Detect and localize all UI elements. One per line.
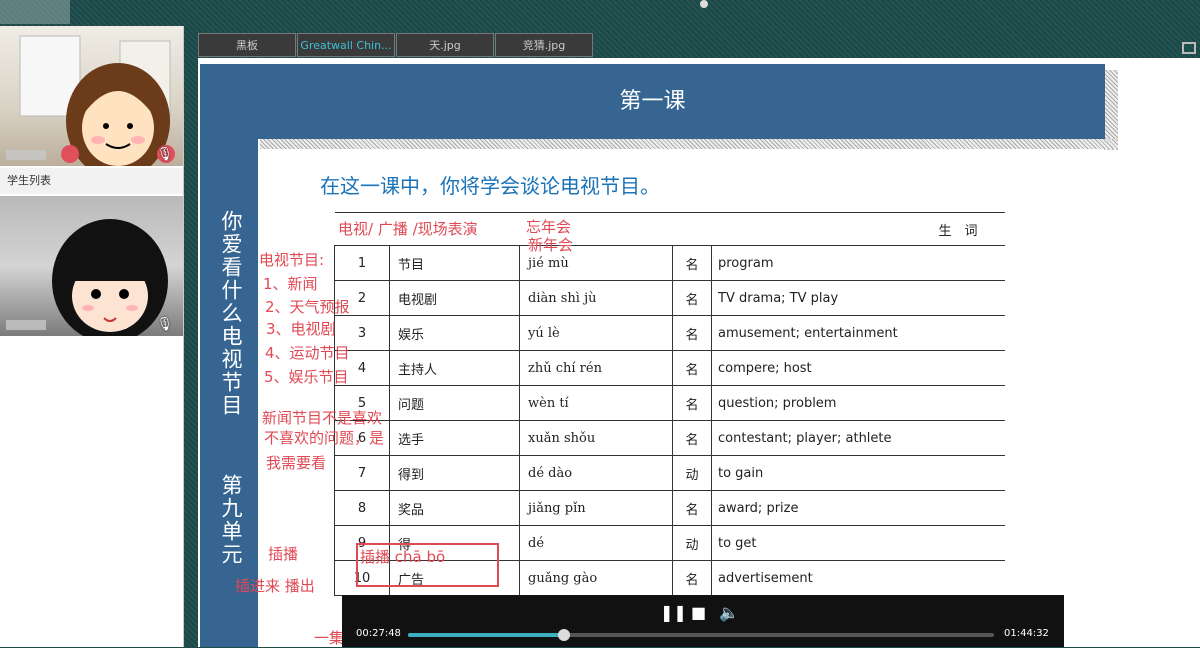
avatar-girl-1 [19,35,175,166]
highlight-box [356,543,499,587]
progress-fill [408,633,564,637]
annotation: 新闻节目不是喜欢 [262,409,383,427]
table-row: 7 得到 dé dào 动 to gain [334,455,1005,491]
progress-track[interactable] [408,629,994,641]
annotation: 一集 [314,629,345,647]
annotation: 4、运动节目 [265,344,350,362]
table-row: 1 节目 jié mù 名 program [334,245,1005,281]
blurred-title [0,0,70,24]
pause-icon[interactable]: ❚❚ [660,603,687,622]
unit-title: 第九单元 [219,474,243,566]
table-row: 4 主持人 zhǔ chí rén 名 compere; host [334,350,1005,386]
lesson-intro: 在这一课中，你将学会谈论电视节目。 [320,174,660,198]
avatar-girl-2 [52,219,168,336]
microphone-icon[interactable]: 🎙 [156,147,173,162]
fullscreen-icon[interactable] [1182,42,1196,54]
current-time: 00:27:48 [356,628,401,639]
student-list-header[interactable]: 学生列表 [0,168,183,194]
tab-jingcai-jpg[interactable]: 竞猜.jpg [495,33,593,57]
table-row: 3 娱乐 yú lè 名 amusement; entertainment [334,315,1005,351]
volume-icon[interactable]: 🔈 [719,603,739,622]
progress-handle[interactable] [557,629,570,641]
tab-greatwall[interactable]: Greatwall Chin... [297,33,395,57]
unit-subtitle: 你爱看什么电视节目 [219,210,243,417]
annotation: 5、娱乐节目 [264,368,349,386]
table-row: 6 选手 xuǎn shǒu 名 contestant; player; athlete [334,420,1005,456]
annotation: 2、天气预报 [265,298,350,316]
lesson-title: 第一课 [619,89,686,114]
annotation: 我需要看 [266,454,327,472]
annotation: 1、新闻 [263,275,318,293]
annotation: 电视节目: [259,251,325,269]
video-player: ❚❚ ■ 🔈 00:27:48 01:44:32 [342,595,1064,647]
annotation: 不喜欢的问题，是 [264,429,385,447]
tab-blackboard[interactable]: 黑板 [198,33,296,57]
annotation: 插进来 播出 [235,577,315,595]
hanger-hook [700,0,708,8]
table-row: 2 电视剧 diàn shì jù 名 TV drama; TV play [334,280,1005,316]
decorative-strip [260,139,1118,149]
table-row: 5 问题 wèn tí 名 question; problem [334,385,1005,421]
stop-icon[interactable]: ■ [691,603,706,622]
tab-tian-jpg[interactable]: 天.jpg [396,33,494,57]
annotation: 电视/ 广播 /现场表演 [338,220,478,238]
microphone-icon[interactable]: 🎙 [156,317,173,332]
teacher-video[interactable]: 🎙 [0,26,183,166]
vocab-table: 生 词 1 节目 jié mù 名 program 2 电视剧 diàn shì jù 名 TV… [334,212,1005,596]
annotation: 新年会 [528,236,574,254]
table-row: 8 奖品 jiǎng pǐn 名 award; prize [334,490,1005,526]
annotation: 3、电视剧 [266,320,336,338]
name-blur [6,320,46,330]
participants-panel: 🎙 学生列表 🎙 [0,26,184,647]
total-time: 01:44:32 [1004,628,1049,639]
annotation: 插播 [268,545,299,563]
vocab-header: 生 词 [672,212,1005,246]
name-blur [6,150,46,160]
bar-shadow [1104,70,1118,150]
student-video[interactable]: 🎙 [0,196,183,336]
